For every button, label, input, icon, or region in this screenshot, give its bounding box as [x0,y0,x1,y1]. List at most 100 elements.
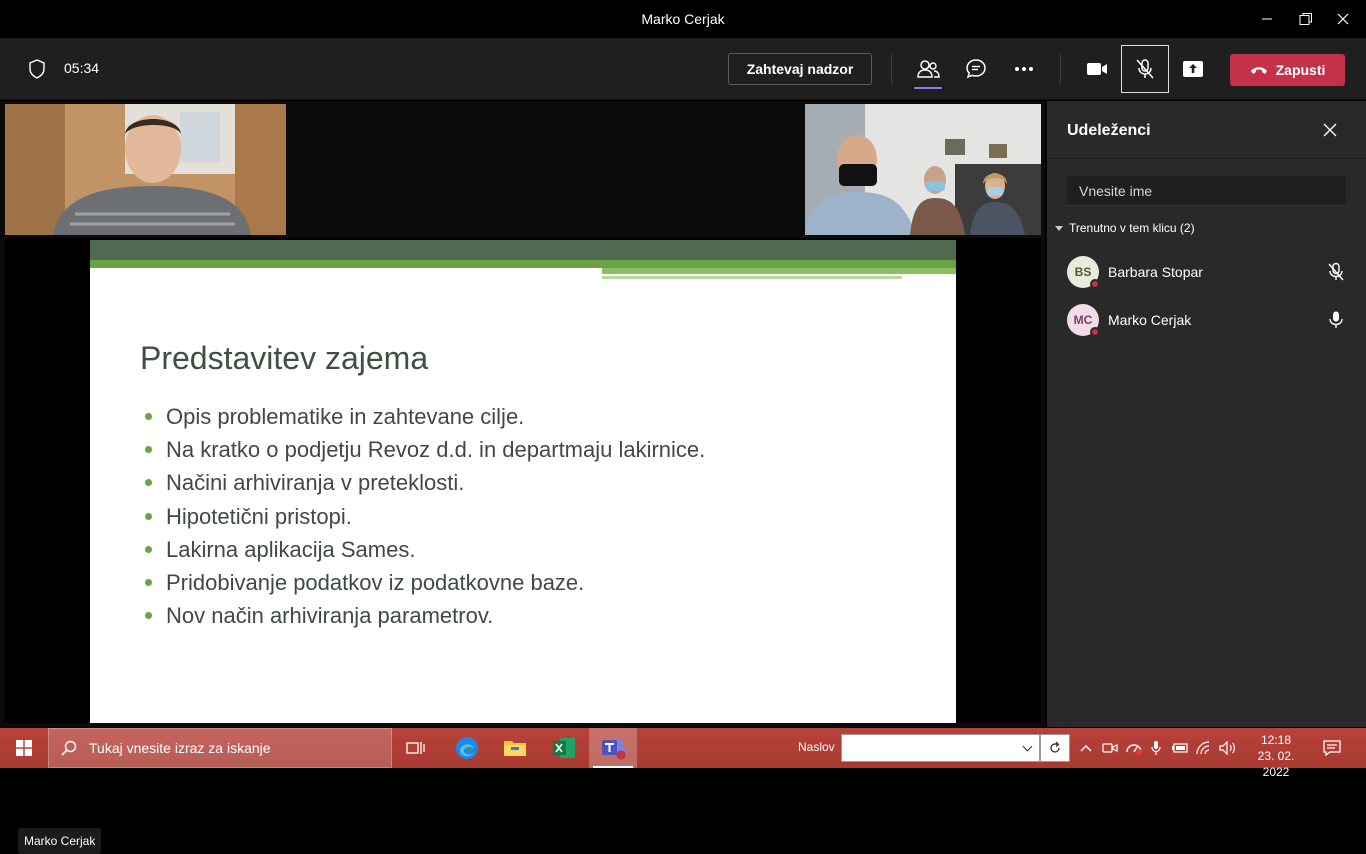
in-call-group-header[interactable]: Trenutno v tem klicu (2) [1055,221,1195,235]
share-screen-button[interactable] [1177,53,1209,85]
volume-icon [1219,741,1235,755]
share-icon [1183,61,1203,77]
slide-bullet: Načini arhiviranja v preteklosti. [145,466,705,499]
more-actions-button[interactable] [1008,53,1040,85]
tray-network-button[interactable] [1194,738,1214,758]
avatar: MC [1067,304,1100,337]
taskbar-clock[interactable]: 12:18 23. 02. 2022 [1244,732,1308,780]
folder-icon [504,741,526,756]
meeting-stage: Predstavitev zajema Opis problematike in… [0,101,1045,854]
participants-panel: Udeleženci Trenutno v tem klicu (2) BS B… [1047,101,1366,727]
bullet-dot-icon [145,479,152,487]
presentation-slide: Predstavitev zajema Opis problematike in… [90,240,956,723]
tray-meet-now-button[interactable] [1100,738,1120,758]
taskbar-search-box[interactable]: Tukaj vnesite izraz za iskanje [48,728,392,768]
slide-header-band [602,276,902,279]
clock-date: 23. 02. 2022 [1257,749,1295,779]
hang-up-icon [1250,67,1267,74]
shared-screen: Predstavitev zajema Opis problematike in… [5,238,1041,854]
participant-row[interactable]: MC Marko Cerjak [1067,300,1357,340]
participant-name: Marko Cerjak [1108,312,1192,328]
toolbar-divider [891,54,892,84]
slide-title: Predstavitev zajema [140,340,429,376]
request-control-button[interactable]: Zahtevaj nadzor [728,53,872,85]
participants-button[interactable] [912,53,944,89]
slide-header-band [90,260,956,268]
close-panel-icon[interactable] [1321,121,1339,139]
avatar: BS [1067,256,1100,289]
slide-header-band [602,268,956,274]
participant-video-marko[interactable] [5,104,286,235]
close-icon [1337,13,1349,25]
slide-bullet: Nov način arhiviranja parametrov. [145,599,705,632]
clock-time: 12:18 [1260,733,1292,747]
panel-title: Udeleženci [1067,122,1151,139]
shield-icon[interactable] [28,59,46,79]
more-icon [1015,67,1033,71]
windows-logo-icon [16,740,32,756]
slide-bullet: Opis problematike in zahtevane cilje. [145,400,705,433]
address-toolbar-input[interactable] [841,734,1040,762]
camera-button[interactable] [1081,53,1113,85]
chevron-down-icon [1055,225,1063,231]
excel-icon [553,738,575,758]
slide-header-band [90,240,956,260]
bullet-dot-icon [145,512,152,520]
title-bar: Marko Cerjak [0,0,1366,38]
search-icon [61,740,77,756]
close-window-button[interactable] [1320,0,1366,38]
taskbar-app-edge[interactable] [443,728,491,768]
meeting-timer: 05:34 [64,60,100,76]
chevron-up-icon [1080,745,1092,752]
status-badge [1090,327,1100,337]
participant-name: Barbara Stopar [1108,264,1203,280]
mic-muted-icon [1136,59,1154,79]
taskbar-app-teams[interactable] [589,728,637,768]
taskbar-app-file-explorer[interactable] [491,728,539,768]
bullet-dot-icon [145,413,152,421]
bullet-dot-icon [145,579,152,587]
chat-icon [966,59,986,79]
windows-taskbar: Tukaj vnesite izraz za iskanje Naslov 12 [0,728,1366,779]
microphone-button[interactable] [1121,45,1169,93]
taskbar-search-placeholder: Tukaj vnesite izraz za iskanje [89,740,271,756]
edge-browser-icon [456,737,478,759]
video-frame-image [5,104,286,235]
speedometer-icon [1126,744,1142,755]
teams-icon [602,738,626,760]
tray-volume-button[interactable] [1218,738,1238,758]
slide-bullet: Hipotetični pristopi. [145,500,705,533]
participant-search-input[interactable] [1067,176,1346,206]
status-badge [1090,279,1100,289]
tray-microphone-button[interactable] [1146,738,1166,758]
start-button[interactable] [0,728,48,768]
mic-muted-icon [1328,262,1344,281]
chat-button[interactable] [960,53,992,85]
bullet-dot-icon [145,446,152,454]
participant-video-room[interactable] [805,104,1041,235]
restore-icon [1299,13,1312,25]
mic-icon [1329,311,1343,328]
show-hidden-icons-button[interactable] [1076,738,1096,758]
people-icon [917,60,940,78]
task-view-button[interactable] [392,728,440,768]
notification-center-icon[interactable] [1322,738,1342,758]
chevron-down-icon [1022,741,1033,752]
battery-icon [1172,743,1188,753]
taskbar-app-excel[interactable] [540,728,588,768]
address-go-button[interactable] [1040,734,1070,762]
leave-button[interactable]: Zapusti [1230,54,1345,86]
tray-battery-button[interactable] [1170,738,1190,758]
leave-label: Zapusti [1275,62,1326,78]
slide-bullet-list: Opis problematike in zahtevane cilje. Na… [145,400,705,632]
participant-row[interactable]: BS Barbara Stopar [1067,252,1357,292]
meeting-toolbar: 05:34 Zahtevaj nadzor Zapusti [0,38,1366,100]
video-frame-image [805,104,1041,235]
refresh-icon [1050,741,1060,753]
mic-icon [1151,741,1161,755]
toolbar-divider [1060,54,1061,84]
tray-speed-icon-button[interactable] [1124,738,1144,758]
slide-bullet: Na kratko o podjetju Revoz d.d. in depar… [145,433,705,466]
presenter-name-label: Marko Cerjak [18,828,102,854]
group-label: Trenutno v tem klicu (2) [1069,221,1195,235]
